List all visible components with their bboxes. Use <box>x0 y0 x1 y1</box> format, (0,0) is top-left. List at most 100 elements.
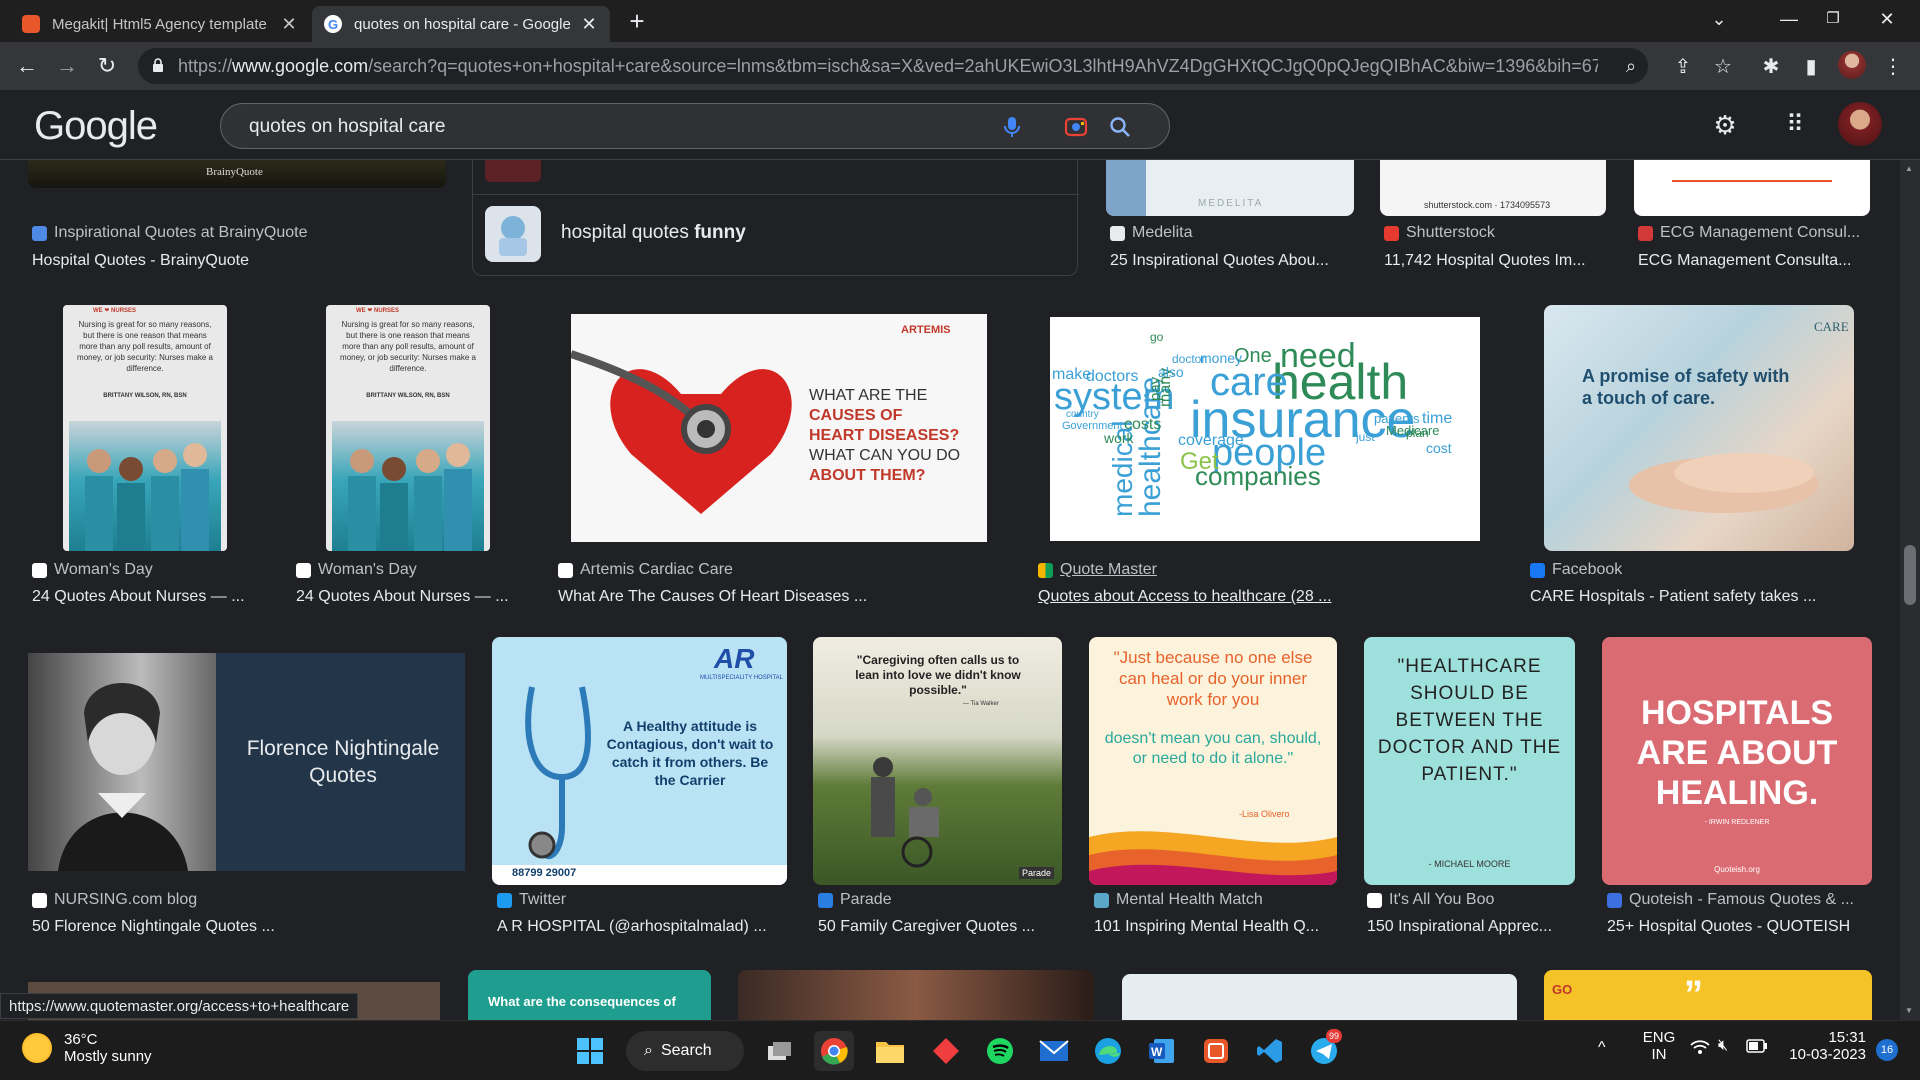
clock[interactable]: 15:31 10-03-2023 <box>1786 1029 1866 1063</box>
zoom-icon[interactable]: ⌕ <box>1620 56 1642 76</box>
forward-icon[interactable]: → <box>52 52 82 80</box>
result-source[interactable]: Shutterstock <box>1384 224 1610 242</box>
google-logo[interactable]: Google <box>34 104 158 149</box>
result-caption[interactable]: 101 Inspiring Mental Health Q... <box>1094 918 1344 936</box>
word-icon[interactable]: W <box>1142 1031 1182 1071</box>
result-caption[interactable]: Quotes about Access to healthcare (28 ..… <box>1038 588 1358 606</box>
minimize-icon[interactable]: — <box>1764 0 1814 38</box>
back-icon[interactable]: ← <box>12 52 42 80</box>
start-windows-icon[interactable] <box>570 1031 610 1071</box>
edge-icon[interactable] <box>1088 1031 1128 1071</box>
result-source[interactable]: ECG Management Consul... <box>1638 224 1874 242</box>
account-avatar[interactable] <box>1838 102 1882 146</box>
scrollbar-thumb[interactable] <box>1904 545 1916 605</box>
scroll-up-icon[interactable]: ▲ <box>1905 164 1913 173</box>
weather-widget[interactable]: 36°C Mostly sunny <box>22 1031 152 1065</box>
close-tab-icon[interactable]: ✕ <box>280 14 298 35</box>
result-thumbnail[interactable]: HOSPITALS ARE ABOUT HEALING. - IRWIN RED… <box>1602 637 1872 885</box>
result-thumbnail[interactable]: What are the consequences of <box>468 970 711 1020</box>
address-bar[interactable]: https://www.google.com/search?q=quotes+o… <box>138 48 1648 84</box>
side-panel-icon[interactable]: ▮ <box>1798 54 1824 78</box>
result-thumbnail[interactable] <box>1122 974 1517 1020</box>
brackets-app-icon[interactable] <box>1196 1031 1236 1071</box>
menu-kebab-icon[interactable]: ⋮ <box>1880 54 1906 78</box>
scroll-down-icon[interactable]: ▼ <box>1905 1006 1913 1015</box>
result-caption[interactable]: What Are The Causes Of Heart Diseases ..… <box>558 588 978 606</box>
search-icon[interactable] <box>1107 114 1133 140</box>
result-thumbnail word-cloud[interactable]: need health insurance care system people healt… <box>1050 317 1480 541</box>
search-input[interactable]: quotes on hospital care <box>249 116 445 138</box>
settings-gear-icon[interactable]: ⚙ <box>1710 110 1740 140</box>
result-source[interactable]: NURSING.com blog <box>32 891 462 909</box>
result-source[interactable]: Twitter <box>497 891 787 909</box>
telegram-icon[interactable]: 99 <box>1304 1029 1344 1071</box>
result-source[interactable]: Quote Master <box>1038 561 1358 579</box>
tab-megakit[interactable]: Megakit| Html5 Agency template ✕ <box>10 6 310 42</box>
result-thumbnail[interactable]: BrainyQuote <box>28 160 446 188</box>
tab-search-icon[interactable]: ⌄ <box>1694 0 1744 38</box>
result-thumbnail[interactable]: CARE A promise of safety with a touch of… <box>1544 305 1854 551</box>
task-view-icon[interactable] <box>760 1031 800 1071</box>
result-source[interactable]: Parade <box>818 891 1068 909</box>
mail-icon[interactable] <box>1034 1031 1074 1071</box>
related-search-card[interactable]: hospital quotes funny <box>472 160 1079 276</box>
search-box[interactable]: quotes on hospital care <box>220 103 1170 149</box>
result-thumbnail[interactable]: shutterstock.com · 1734095573 <box>1380 160 1606 216</box>
result-source[interactable]: It's All You Boo <box>1367 891 1582 909</box>
lens-camera-icon[interactable] <box>1063 114 1089 140</box>
result-thumbnail[interactable]: WE ❤ NURSES Nursing is great for so many… <box>63 305 227 551</box>
result-caption[interactable]: 50 Florence Nightingale Quotes ... <box>32 918 462 936</box>
result-thumbnail[interactable]: "HEALTHCARE SHOULD BE BETWEEN THE DOCTOR… <box>1364 637 1575 885</box>
result-source[interactable]: Mental Health Match <box>1094 891 1344 909</box>
result-thumbnail[interactable]: AR MULTISPECIALITY HOSPITAL A Healthy at… <box>492 637 787 885</box>
bookmark-star-icon[interactable]: ☆ <box>1710 54 1736 78</box>
wifi-icon[interactable] <box>1690 1039 1710 1059</box>
result-caption[interactable]: Hospital Quotes - BrainyQuote <box>32 252 452 270</box>
result-thumbnail[interactable]: ARTEMIS WHAT ARE THE CAUSES OF HEART DIS… <box>571 314 987 542</box>
result-caption[interactable]: 11,742 Hospital Quotes Im... <box>1384 252 1610 270</box>
result-thumbnail[interactable]: "Caregiving often calls us to lean into … <box>813 637 1062 885</box>
result-source[interactable]: Inspirational Quotes at BrainyQuote <box>32 224 452 242</box>
result-thumbnail[interactable]: WE ❤ NURSES Nursing is great for so many… <box>326 305 490 551</box>
page-scrollbar[interactable]: ▲ ▼ <box>1900 160 1920 1020</box>
result-caption[interactable]: 150 Inspirational Apprec... <box>1367 918 1582 936</box>
tab-google-search[interactable]: G quotes on hospital care - Google ✕ <box>312 6 610 42</box>
battery-icon[interactable] <box>1746 1039 1768 1057</box>
result-caption[interactable]: 25 Inspirational Quotes Abou... <box>1110 252 1350 270</box>
taskbar-search[interactable]: ⌕ Search <box>626 1031 744 1071</box>
file-explorer-icon[interactable] <box>870 1031 910 1071</box>
result-thumbnail[interactable]: Florence Nightingale Quotes <box>28 653 465 871</box>
apps-grid-icon[interactable]: ⠿ <box>1780 110 1810 140</box>
result-source[interactable]: Artemis Cardiac Care <box>558 561 978 579</box>
result-caption[interactable]: A R HOSPITAL (@arhospitalmalad) ... <box>497 918 787 936</box>
spotify-icon[interactable] <box>980 1031 1020 1071</box>
result-caption[interactable]: 25+ Hospital Quotes - QUOTEISH <box>1607 918 1867 936</box>
profile-avatar[interactable] <box>1838 51 1866 79</box>
restore-icon[interactable]: ❐ <box>1808 0 1858 38</box>
result-caption[interactable]: 24 Quotes About Nurses — ... <box>296 588 526 606</box>
result-caption[interactable]: ECG Management Consulta... <box>1638 252 1874 270</box>
result-source[interactable]: Woman's Day <box>32 561 262 579</box>
chrome-icon[interactable] <box>814 1031 854 1071</box>
result-thumbnail[interactable] <box>738 970 1094 1020</box>
mic-icon[interactable] <box>999 114 1025 140</box>
reload-icon[interactable]: ↻ <box>92 52 122 80</box>
result-thumbnail[interactable]: "Just because no one else can heal or do… <box>1089 637 1337 885</box>
result-thumbnail[interactable]: MEDELITA <box>1106 160 1354 216</box>
window-close-icon[interactable]: ✕ <box>1862 0 1912 38</box>
close-tab-icon[interactable]: ✕ <box>580 14 598 35</box>
result-source[interactable]: Quoteish - Famous Quotes & ... <box>1607 891 1867 909</box>
result-thumbnail[interactable] <box>1634 160 1870 216</box>
share-icon[interactable]: ⇪ <box>1670 54 1696 78</box>
notification-count[interactable]: 16 <box>1876 1039 1898 1061</box>
extensions-icon[interactable]: ✱ <box>1758 54 1784 78</box>
result-source[interactable]: Medelita <box>1110 224 1350 242</box>
tray-chevron-up-icon[interactable]: ^ <box>1598 1039 1606 1057</box>
result-caption[interactable]: 24 Quotes About Nurses — ... <box>32 588 262 606</box>
result-caption[interactable]: 50 Family Caregiver Quotes ... <box>818 918 1068 936</box>
result-thumbnail[interactable]: GO ” <box>1544 970 1872 1020</box>
volume-muted-icon[interactable]: 🔇︎ <box>1718 1037 1728 1055</box>
new-tab-button[interactable]: + <box>622 6 652 36</box>
language-indicator[interactable]: ENG IN <box>1638 1029 1680 1063</box>
result-source[interactable]: Facebook <box>1530 561 1870 579</box>
